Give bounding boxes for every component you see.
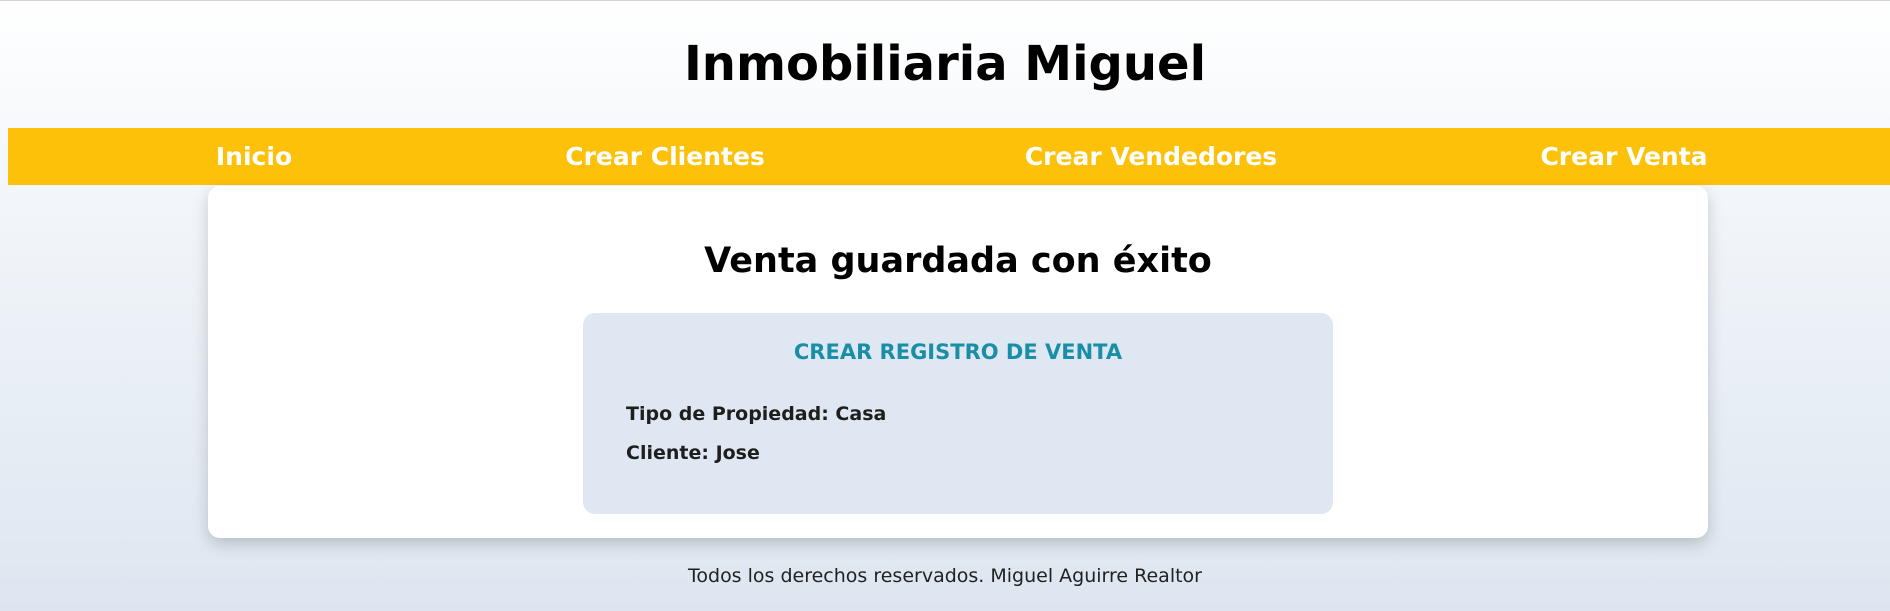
site-title: Inmobiliaria Miguel <box>683 36 1207 92</box>
sale-record-panel: CREAR REGISTRO DE VENTA Tipo de Propieda… <box>583 313 1333 514</box>
footer-text: Todos los derechos reservados. Miguel Ag… <box>688 565 1202 587</box>
main-nav: Inicio Crear Clientes Crear Vendedores C… <box>8 128 1890 185</box>
nav-item-crear-venta[interactable]: Crear Venta <box>1540 128 1707 185</box>
main-card: Venta guardada con éxito CREAR REGISTRO … <box>208 186 1708 538</box>
nav-item-crear-vendedores[interactable]: Crear Vendedores <box>1025 128 1277 185</box>
property-type-text: Tipo de Propiedad: Casa <box>626 403 887 425</box>
nav-item-inicio[interactable]: Inicio <box>216 128 292 185</box>
success-title: Venta guardada con éxito <box>704 241 1212 281</box>
client-text: Cliente: Jose <box>626 442 760 464</box>
record-heading: CREAR REGISTRO DE VENTA <box>793 340 1123 364</box>
nav-item-crear-clientes[interactable]: Crear Clientes <box>565 128 765 185</box>
